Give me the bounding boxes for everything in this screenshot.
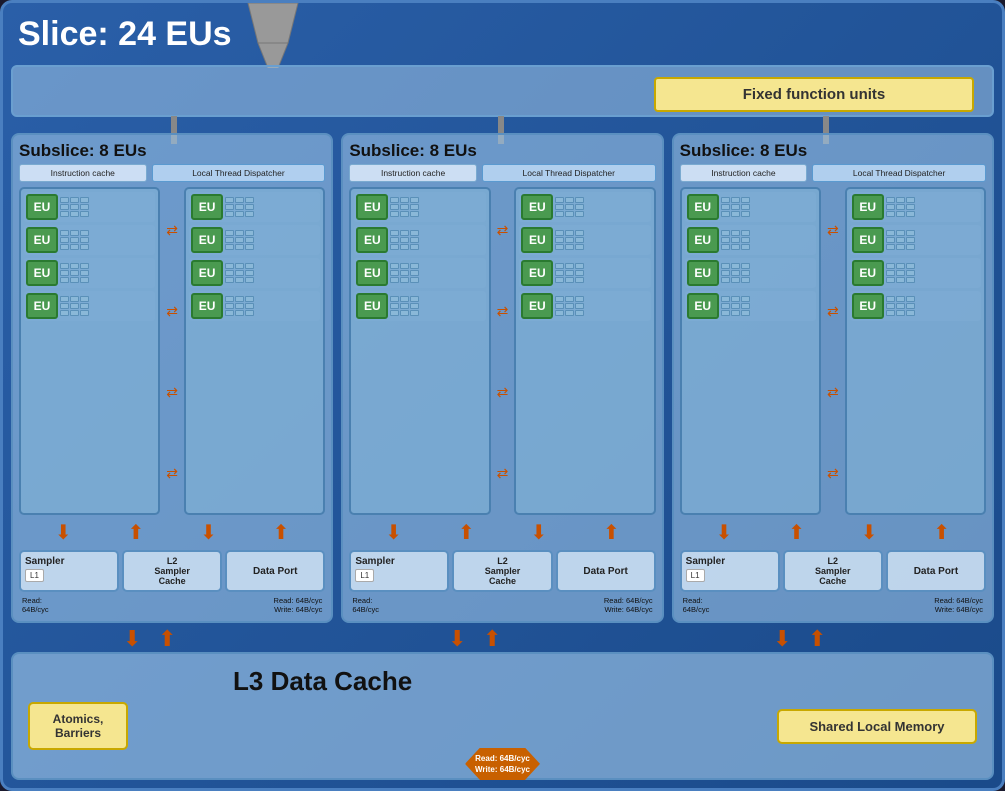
shared-memory-box: Shared Local Memory	[777, 709, 977, 744]
bw-right-2: Read: 64B/cyc Write: 64B/cyc	[604, 596, 653, 614]
bw-left-1: Read: 64B/cyc	[22, 596, 49, 614]
eu-row-r1-2: EU	[189, 225, 320, 255]
bottom-diamond-container: Read: 64B/cyc Write: 64B/cyc	[465, 748, 540, 780]
eu-row-1-1: EU	[24, 192, 155, 222]
subslice-2-header: Instruction cache Local Thread Dispatche…	[349, 164, 655, 182]
eu-row-r1-1: EU	[189, 192, 320, 222]
data-port-2: Data Port	[556, 550, 656, 592]
eu-row-1-2: EU	[24, 225, 155, 255]
eu-label-4: EU	[26, 293, 58, 319]
subslice-3-title: Subslice: 8 EUs	[680, 141, 986, 161]
subslice-2-bottom: Sampler L1 L2 Sampler Cache Data Port	[349, 550, 655, 592]
bw-row-2: Read: 64B/cyc Read: 64B/cyc Write: 64B/c…	[349, 595, 655, 615]
eu-area-3: EU EU EU EU ⇄ ⇄ ⇄ ⇄ EU EU EU EU	[680, 187, 986, 515]
eu-group-right-2: EU EU EU EU	[514, 187, 655, 515]
subslice-1: Subslice: 8 EUs Instruction cache Local …	[11, 133, 333, 623]
eu-row-1-4: EU	[24, 291, 155, 321]
sampler-3: Sampler L1	[680, 550, 780, 592]
eu-down-arrows-3: ⬇ ⬆ ⬇ ⬆	[680, 518, 986, 547]
eu-orange-arrows-1: ⇄ ⇄ ⇄ ⇄	[164, 187, 180, 515]
eu-regs-2	[60, 230, 153, 250]
sampler-1: Sampler L1	[19, 550, 119, 592]
eu-group-left-1: EU EU	[19, 187, 160, 515]
thread-disp-3: Local Thread Dispatcher	[812, 164, 986, 182]
subslice-1-bottom: Sampler L1 L2 Sampler Cache Data Port	[19, 550, 325, 592]
eu-orange-arrows-2: ⇄ ⇄ ⇄ ⇄	[495, 187, 511, 515]
bw-left-3: Read: 64B/cyc	[683, 596, 710, 614]
eu-group-left-3: EU EU EU EU	[680, 187, 821, 515]
bottom-bw-text: Read: 64B/cyc Write: 64B/cyc	[465, 748, 540, 780]
bw-right-3: Read: 64B/cyc Write: 64B/cyc	[934, 596, 983, 614]
subslices-container: Subslice: 8 EUs Instruction cache Local …	[11, 133, 994, 623]
eu-down-arrows-2: ⬇ ⬆ ⬇ ⬆	[349, 518, 655, 547]
eu-group-right-1: EU EU	[184, 187, 325, 515]
eu-label-2: EU	[26, 227, 58, 253]
eu-row-r1-4: EU	[189, 291, 320, 321]
sampler-1-l1: L1	[25, 569, 44, 582]
sampler-2-l1: L1	[355, 569, 374, 582]
top-input-arrow	[243, 3, 303, 63]
eu-group-right-3: EU EU EU EU	[845, 187, 986, 515]
data-port-1-title: Data Port	[253, 566, 297, 577]
eu-group-left-2: EU EU EU EU	[349, 187, 490, 515]
l3-up-arrow-2: ⬆	[483, 626, 501, 652]
instr-cache-3: Instruction cache	[680, 164, 808, 182]
eu-row-r1-3: EU	[189, 258, 320, 288]
instr-cache-1: Instruction cache	[19, 164, 147, 182]
l3-up-arrow-1: ⬆	[158, 626, 176, 652]
l3-up-arrow-3: ⬆	[808, 626, 826, 652]
fixed-function-box: Fixed function units	[654, 77, 974, 112]
l2-sampler-2: L2 Sampler Cache	[452, 550, 552, 592]
thread-disp-2: Local Thread Dispatcher	[482, 164, 656, 182]
eu-regs-3	[60, 263, 153, 283]
data-port-3-title: Data Port	[914, 566, 958, 577]
data-port-3: Data Port	[886, 550, 986, 592]
bw-row-1: Read: 64B/cyc Read: 64B/cyc Write: 64B/c…	[19, 595, 325, 615]
l2-sampler-2-title: L2 Sampler Cache	[485, 556, 521, 586]
atomics-box: Atomics, Barriers	[28, 702, 128, 750]
data-port-2-title: Data Port	[583, 566, 627, 577]
eu-area-1: EU EU	[19, 187, 325, 515]
bw-right-1: Read: 64B/cyc Write: 64B/cyc	[274, 596, 323, 614]
sampler-3-title: Sampler	[686, 556, 774, 567]
eu-area-2: EU EU EU EU ⇄ ⇄ ⇄ ⇄ EU EU EU EU	[349, 187, 655, 515]
eu-down-arrows-1: ⬇ ⬆ ⬇ ⬆	[19, 518, 325, 547]
subslice-1-title: Subslice: 8 EUs	[19, 141, 325, 161]
bw-left-2: Read: 64B/cyc	[352, 596, 379, 614]
l3-down-arrow-3: ⬇	[773, 626, 791, 652]
sampler-2-title: Sampler	[355, 556, 443, 567]
instr-cache-2: Instruction cache	[349, 164, 477, 182]
slice-title: Slice: 24 EUs	[18, 15, 232, 54]
l3-down-arrow-1: ⬇	[123, 626, 141, 652]
l2-sampler-3-title: L2 Sampler Cache	[815, 556, 851, 586]
subslice-1-header: Instruction cache Local Thread Dispatche…	[19, 164, 325, 182]
subslice-2: Subslice: 8 EUs Instruction cache Local …	[341, 133, 663, 623]
sampler-3-l1: L1	[686, 569, 705, 582]
thread-disp-1: Local Thread Dispatcher	[152, 164, 326, 182]
eu-row-1-3: EU	[24, 258, 155, 288]
eu-label-3: EU	[26, 260, 58, 286]
eu-label-r1: EU	[191, 194, 223, 220]
eu-regs-4	[60, 296, 153, 316]
eu-orange-arrows-3: ⇄ ⇄ ⇄ ⇄	[825, 187, 841, 515]
eu-regs-1	[60, 197, 153, 217]
subslice-3-bottom: Sampler L1 L2 Sampler Cache Data Port	[680, 550, 986, 592]
subslice-3: Subslice: 8 EUs Instruction cache Local …	[672, 133, 994, 623]
l2-sampler-1: L2 Sampler Cache	[122, 550, 222, 592]
l3-title: L3 Data Cache	[233, 666, 412, 697]
l3-down-arrow-2: ⬇	[448, 626, 466, 652]
sampler-2: Sampler L1	[349, 550, 449, 592]
l2-sampler-1-title: L2 Sampler Cache	[154, 556, 190, 586]
main-container: Slice: 24 EUs Fixed function units Subsl…	[0, 0, 1005, 791]
eu-label-1: EU	[26, 194, 58, 220]
data-port-1: Data Port	[225, 550, 325, 592]
subslice-3-header: Instruction cache Local Thread Dispatche…	[680, 164, 986, 182]
bw-row-3: Read: 64B/cyc Read: 64B/cyc Write: 64B/c…	[680, 595, 986, 615]
subslice-2-title: Subslice: 8 EUs	[349, 141, 655, 161]
sampler-1-title: Sampler	[25, 556, 113, 567]
l2-sampler-3: L2 Sampler Cache	[783, 550, 883, 592]
